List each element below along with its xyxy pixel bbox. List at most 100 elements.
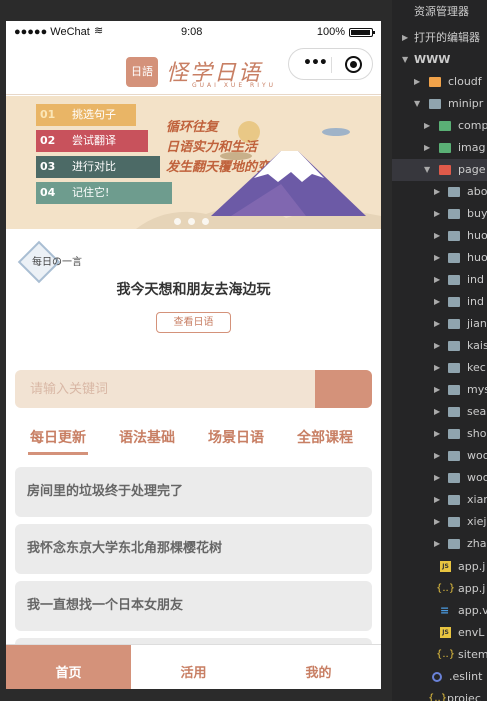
chevron-right-icon: ▶ xyxy=(434,209,441,218)
tree-item[interactable]: ▶ mys xyxy=(392,379,487,401)
chevron-right-icon: ▶ xyxy=(414,77,421,86)
tree-item[interactable]: ▼ minipr xyxy=(392,93,487,115)
tree-item[interactable]: ▶ ind xyxy=(392,291,487,313)
eslint-file-icon xyxy=(432,672,442,682)
tab-daily-updates[interactable]: 每日更新 xyxy=(28,427,88,455)
tree-item[interactable]: ▶ jian xyxy=(392,313,487,335)
tree-item[interactable]: ▶ buy xyxy=(392,203,487,225)
folder-icon xyxy=(429,77,441,87)
chevron-right-icon: ▶ xyxy=(434,407,441,416)
folder-icon xyxy=(448,209,460,219)
tree-label: zha xyxy=(467,537,487,550)
folder-icon xyxy=(448,407,460,417)
tree-root[interactable]: ▼ WWW xyxy=(392,49,487,71)
tree-label: sho xyxy=(467,427,487,440)
chevron-right-icon: ▶ xyxy=(434,253,441,262)
tab-scene-japanese[interactable]: 场景日语 xyxy=(208,427,264,447)
chevron-right-icon: ▶ xyxy=(434,429,441,438)
tabbar-practice[interactable]: 活用 xyxy=(131,645,256,689)
tree-item[interactable]: .eslint xyxy=(392,666,487,688)
screen: ●●●●● WeChat ≋ 9:08 100% 日語 怪学日语 GUAI XU… xyxy=(0,0,487,701)
tree-item[interactable]: ▶ zha xyxy=(392,533,487,555)
css-file-icon: ≡ xyxy=(440,604,450,617)
status-time: 9:08 xyxy=(181,26,203,38)
search-button[interactable] xyxy=(315,370,372,408)
capsule-divider xyxy=(331,57,332,73)
indicator-dot[interactable] xyxy=(202,218,209,225)
phone-simulator: ●●●●● WeChat ≋ 9:08 100% 日語 怪学日语 GUAI XU… xyxy=(6,21,381,689)
tree-item[interactable]: ▼ page xyxy=(392,159,487,181)
tree-item[interactable]: ▶ sho xyxy=(392,423,487,445)
js-file-icon: JS xyxy=(440,627,451,638)
tree-item[interactable]: ▶ huo xyxy=(392,225,487,247)
chevron-right-icon: ▶ xyxy=(434,385,441,394)
tree-item[interactable]: {..} app.j xyxy=(392,578,487,600)
list-item[interactable]: 我怀念东京大学东北角那棵樱花树 xyxy=(15,524,372,574)
tree-item[interactable]: ▶ woo xyxy=(392,445,487,467)
chevron-right-icon: ▶ xyxy=(434,495,441,504)
chevron-right-icon: ▶ xyxy=(434,473,441,482)
banner-carousel[interactable]: 01 挑选句子 02 尝试翻译 03 进行对比 04 记住它! 循环往复 日语实力和生活… xyxy=(6,96,381,229)
indicator-dot[interactable] xyxy=(188,218,195,225)
tree-item[interactable]: ▶ woo xyxy=(392,467,487,489)
folder-icon xyxy=(448,319,460,329)
battery-icon xyxy=(349,28,375,37)
tree-item[interactable]: ▶ xiej xyxy=(392,511,487,533)
tree-item[interactable]: ▶ sea xyxy=(392,401,487,423)
tree-label: minipr xyxy=(448,97,484,110)
tree-label: app.j xyxy=(458,560,486,573)
battery-label: 100% xyxy=(316,26,345,38)
more-icon[interactable]: ••• xyxy=(303,55,328,71)
tree-item[interactable]: ▶ kec xyxy=(392,357,487,379)
tree-item[interactable]: ▶ ind xyxy=(392,269,487,291)
tree-item[interactable]: ▶ imag xyxy=(392,137,487,159)
status-bar: ●●●●● WeChat ≋ 9:08 100% xyxy=(6,21,381,43)
tree-label: woo xyxy=(467,449,487,462)
tree-item[interactable]: ▶ cloudf xyxy=(392,71,487,93)
chevron-right-icon: ▶ xyxy=(434,319,441,328)
list-item[interactable]: 我一直想找一个日本女朋友 xyxy=(15,581,372,631)
tree-label: huo xyxy=(467,229,487,242)
chevron-right-icon: ▶ xyxy=(434,539,441,548)
folder-icon xyxy=(448,517,460,527)
chevron-right-icon: ▶ xyxy=(434,297,441,306)
chevron-down-icon: ▼ xyxy=(414,99,421,108)
list-item[interactable]: 房间里的垃圾终于处理完了 xyxy=(15,467,372,517)
tree-item[interactable]: ▶ kais xyxy=(392,335,487,357)
tree-item[interactable]: ▶ abo xyxy=(392,181,487,203)
tree-item[interactable]: {..} projec xyxy=(392,688,487,701)
view-japanese-button[interactable]: 查看日语 xyxy=(156,312,231,333)
daily-quote: 我今天想和朋友去海边玩 xyxy=(116,282,271,298)
tree-item[interactable]: JS envL xyxy=(392,622,487,644)
chevron-right-icon: ▶ xyxy=(434,275,441,284)
folder-icon xyxy=(429,99,441,109)
tree-label: comp xyxy=(458,119,487,132)
tree-item[interactable]: ▶ huo xyxy=(392,247,487,269)
tree-item[interactable]: JS app.j xyxy=(392,556,487,578)
tree-item[interactable]: {..} sitem xyxy=(392,644,487,666)
tree-open-editors[interactable]: ▶ 打开的编辑器 xyxy=(392,27,487,49)
tree-label: ind xyxy=(467,295,485,308)
tab-all-courses[interactable]: 全部课程 xyxy=(297,427,353,447)
tree-item[interactable]: ▶ xian xyxy=(392,489,487,511)
file-explorer: 资源管理器 ▶ 打开的编辑器 ▼ WWW ▶ cloudf ▼ minipr ▶… xyxy=(392,0,487,701)
tree-item[interactable]: ▶ comp xyxy=(392,115,487,137)
tree-item[interactable]: ≡ app.v xyxy=(392,600,487,622)
tabbar-mine[interactable]: 我的 xyxy=(256,645,381,689)
tab-grammar-basics[interactable]: 语法基础 xyxy=(119,427,175,447)
carousel-indicator[interactable] xyxy=(174,210,216,229)
tabbar-home[interactable]: 首页 xyxy=(6,645,131,689)
search-input[interactable] xyxy=(15,370,315,408)
daily-tag: 每日の一言 xyxy=(32,257,82,268)
tree-label: app.v xyxy=(458,604,487,617)
tree-label: app.j xyxy=(458,582,486,595)
indicator-dot[interactable] xyxy=(174,218,181,225)
daily-sentence-card: 每日の一言 我今天想和朋友去海边玩 查看日语 xyxy=(6,229,381,369)
chevron-right-icon: ▶ xyxy=(434,451,441,460)
chevron-down-icon: ▼ xyxy=(402,55,409,64)
tree-label: cloudf xyxy=(448,75,482,88)
tree-label: kais xyxy=(467,339,487,352)
close-target-icon[interactable] xyxy=(345,56,362,73)
folder-icon xyxy=(448,429,460,439)
tree-label: envL xyxy=(458,626,485,639)
